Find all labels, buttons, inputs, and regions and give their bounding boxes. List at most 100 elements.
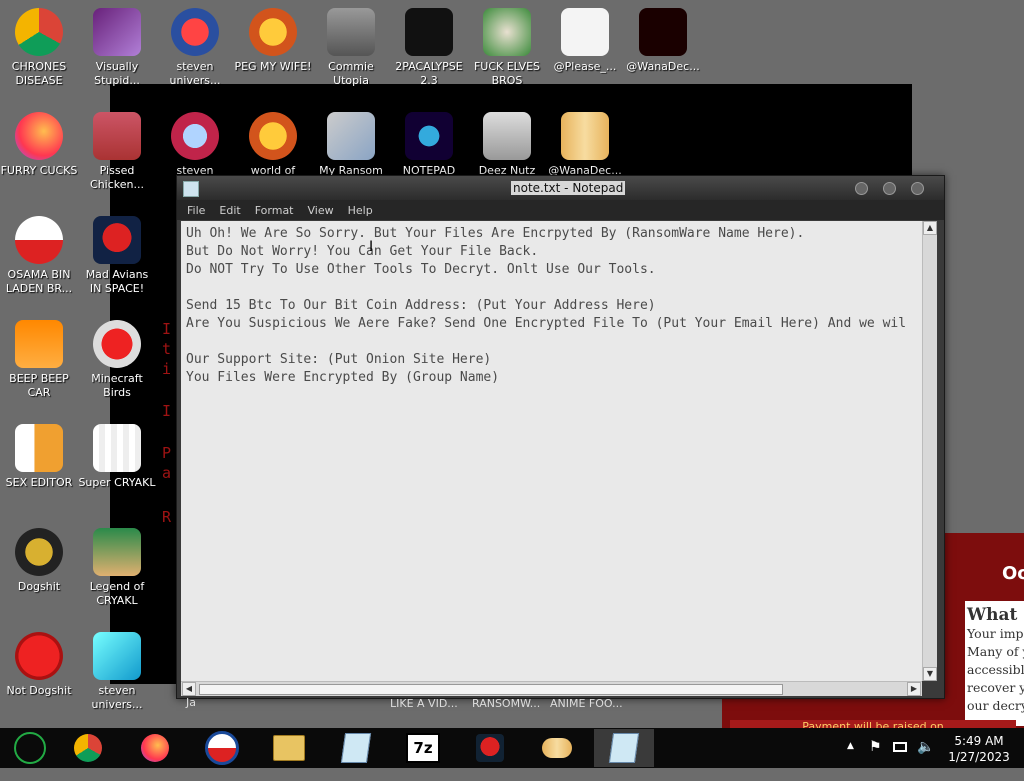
desktop-icon[interactable]: Legend of CRYAKL (78, 528, 156, 608)
windows-orb-icon (14, 732, 46, 764)
desktop-icon-label: Dogshit (17, 580, 61, 593)
notepad-titlebar[interactable]: note.txt - Notepad (177, 176, 944, 200)
desktop-icon-label: Minecraft Birds (91, 372, 143, 399)
desktop-icon-label: 2PACALYPSE 2.3 (395, 60, 463, 87)
ransom-info-panel: What H Your imp Many of y accessibl reco… (965, 601, 1024, 726)
handshake-icon (542, 738, 572, 758)
red-text-fragment: a (162, 464, 172, 482)
desktop-icon[interactable]: Pissed Chicken... (78, 112, 156, 192)
notepad-flame-icon (405, 112, 453, 160)
taskbar-explorer[interactable] (259, 729, 319, 767)
desktop-icon[interactable]: Not Dogshit (0, 632, 78, 698)
taskbar-angry-birds-space[interactable] (460, 729, 520, 767)
desktop-icon[interactable]: NOTEPAD (390, 112, 468, 178)
commie-icon (327, 8, 375, 56)
desktop-icon[interactable]: Commie Utopia (312, 8, 390, 88)
taskbar-7zip[interactable]: 7z (393, 729, 453, 767)
close-button[interactable] (911, 182, 924, 195)
menu-file[interactable]: File (181, 200, 213, 220)
desktop-icon[interactable]: steven univers... (78, 632, 156, 712)
window-title: note.txt - Notepad (511, 181, 626, 195)
wanadecryptor-icon (639, 8, 687, 56)
desktop-icon[interactable]: Deez Nutz (468, 112, 546, 178)
steven-universe-gem-icon (171, 112, 219, 160)
horizontal-scrollbar[interactable]: ◀ ▶ (181, 681, 922, 696)
desktop-icon[interactable]: Super CRYAKL (78, 424, 156, 490)
desktop-icon-label: Super CRYAKL (78, 476, 156, 489)
cmd-icon (405, 8, 453, 56)
desktop-icon-label: Commie Utopia (328, 60, 374, 87)
menu-edit[interactable]: Edit (213, 200, 248, 220)
taskbar-notepad-active[interactable] (594, 729, 654, 767)
desktop-icon-label: SEX EDITOR (5, 476, 73, 489)
text-line: But Do Not Worry! You Can Get Your File … (186, 244, 539, 259)
desktop-label-partial: ANIME FOO... (550, 697, 623, 710)
desktop-icon-label: steven univers... (91, 684, 143, 711)
desktop-icon-label: steven univers... (169, 60, 221, 87)
desktop-label-partial: Ja Loli Foi... (167, 697, 216, 709)
desktop-icon[interactable]: OSAMA BIN LADEN BR... (0, 216, 78, 296)
desktop-icon[interactable]: CHRONES DISEASE (0, 8, 78, 88)
system-clock[interactable]: 5:49 AM 1/27/2023 (944, 733, 1014, 765)
maximize-button[interactable] (883, 182, 896, 195)
red-text-fragment: t (162, 340, 172, 358)
desktop-icon[interactable]: SEX EDITOR (0, 424, 78, 490)
scroll-thumb[interactable] (199, 684, 783, 695)
desktop-icon[interactable]: FUCK ELVES BROS (468, 8, 546, 88)
red-text-fragment: I (162, 402, 172, 420)
desktop-icon[interactable]: steven univers... (156, 8, 234, 88)
minimize-button[interactable] (855, 182, 868, 195)
chrome-icon (15, 8, 63, 56)
text-line (181, 333, 922, 351)
ransom-panel-line: Many of y (967, 644, 1024, 659)
action-center-flag-icon[interactable]: ⚑ (869, 739, 882, 779)
desktop-icon[interactable]: world of (234, 112, 312, 178)
menu-view[interactable]: View (302, 200, 342, 220)
taskbar-obama[interactable] (192, 729, 252, 767)
show-hidden-icons-icon[interactable]: ▲ (847, 741, 854, 781)
menu-help[interactable]: Help (342, 200, 381, 220)
elf-game-icon (483, 8, 531, 56)
menu-format[interactable]: Format (249, 200, 302, 220)
desktop-icon[interactable]: PEG MY WIFE! (234, 8, 312, 74)
taskbar-firefox[interactable] (125, 729, 185, 767)
desktop-icon[interactable]: Minecraft Birds (78, 320, 156, 400)
text-cursor-icon: I (369, 239, 374, 255)
text-line: Are You Suspicious We Aere Fake? Send On… (186, 316, 907, 331)
peggle-icon (249, 8, 297, 56)
text-line: You Files Were Encrypted By (Group Name) (186, 370, 500, 385)
network-icon[interactable] (893, 742, 907, 752)
desktop-icon[interactable]: Visually Stupid... (78, 8, 156, 88)
start-button[interactable] (0, 729, 60, 767)
hxd-icon (15, 424, 63, 472)
handshake-icon (561, 112, 609, 160)
desktop-icon-label: Legend of CRYAKL (89, 580, 145, 607)
desktop-icon[interactable]: Mad Avians IN SPACE! (78, 216, 156, 296)
dogshit-cpp-icon (15, 528, 63, 576)
clock-time: 5:49 AM (954, 734, 1004, 748)
taskbar-wanadecryptor[interactable] (527, 729, 587, 767)
desktop-icon-label: BEEP BEEP CAR (9, 372, 69, 399)
scroll-right-icon[interactable]: ▶ (907, 682, 921, 696)
desktop-icon[interactable]: FURRY CUCKS (0, 112, 78, 178)
taskbar-chrome[interactable] (58, 729, 118, 767)
desktop-icon[interactable]: My Ransom (312, 112, 390, 178)
desktop-icon[interactable]: @Please_... (546, 8, 624, 74)
notepad-window[interactable]: note.txt - Notepad File Edit Format View… (176, 175, 945, 699)
desktop-icon[interactable]: @WanaDec... (624, 8, 702, 74)
notepad-active-icon (608, 733, 640, 763)
scroll-down-icon[interactable]: ▼ (923, 667, 937, 681)
taskbar-notepad[interactable] (326, 729, 386, 767)
desktop-icon[interactable]: Dogshit (0, 528, 78, 594)
desktop-icon[interactable]: 2PACALYPSE 2.3 (390, 8, 468, 88)
notepad-icon (340, 733, 372, 763)
angry-birds-space-icon (476, 734, 504, 762)
desktop-icon-label: @WanaDec... (626, 60, 700, 73)
vertical-scrollbar[interactable]: ▲ ▼ (922, 221, 937, 681)
scroll-left-icon[interactable]: ◀ (182, 682, 196, 696)
volume-icon[interactable]: 🔈 (917, 739, 934, 779)
desktop-icon[interactable]: @WanaDec... (546, 112, 624, 178)
scroll-up-icon[interactable]: ▲ (923, 221, 937, 235)
text-editor-area[interactable]: Uh Oh! We Are So Sorry. But Your Files A… (181, 221, 922, 681)
desktop-icon[interactable]: BEEP BEEP CAR (0, 320, 78, 400)
